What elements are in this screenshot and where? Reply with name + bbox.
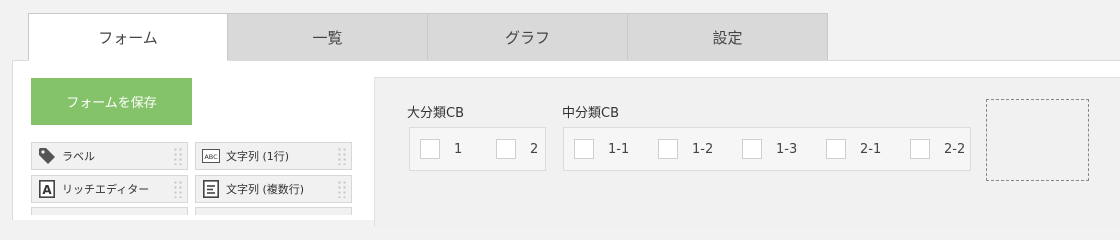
checkbox[interactable]: [826, 139, 846, 159]
palette-item-label-text: ラベル: [62, 150, 95, 163]
checkbox-option-label: 1-3: [776, 141, 798, 157]
drop-target-placeholder[interactable]: [986, 99, 1089, 181]
palette-item-rich-editor[interactable]: A リッチエディター: [31, 175, 188, 203]
palette-item-label-text: 文字列 (1行): [226, 150, 290, 163]
checkbox-option-label: 1: [454, 141, 463, 157]
letter-a-icon: A: [38, 180, 56, 198]
svg-text:A: A: [42, 183, 52, 197]
checkbox[interactable]: [910, 139, 930, 159]
abc-text-icon: ABC: [202, 147, 220, 165]
multiline-text-icon: [202, 180, 220, 198]
palette-item-multi-line-text[interactable]: 文字列 (複数行): [195, 175, 352, 203]
tab-graph[interactable]: グラフ: [428, 13, 628, 61]
checkbox-option[interactable]: 1: [420, 139, 484, 159]
palette-item-label-text: 文字列 (複数行): [226, 183, 305, 196]
svg-text:ABC: ABC: [204, 153, 218, 161]
checkbox-option-label: 2-2: [944, 141, 966, 157]
checkbox-option[interactable]: 1-2: [658, 139, 722, 159]
save-form-button[interactable]: フォームを保存: [31, 78, 192, 125]
checkbox[interactable]: [742, 139, 762, 159]
checkbox-option-label: 2: [530, 141, 539, 157]
checkbox-option[interactable]: 2-1: [826, 139, 890, 159]
tab-list[interactable]: 一覧: [228, 13, 428, 61]
drag-handle-icon[interactable]: [173, 180, 183, 198]
palette-item-label-text: リッチエディター: [62, 183, 150, 196]
palette-item-label[interactable]: ラベル: [31, 142, 188, 170]
checkbox-option[interactable]: 1-3: [742, 139, 806, 159]
checkbox-option-label: 1-1: [608, 141, 630, 157]
checkbox[interactable]: [574, 139, 594, 159]
form-canvas: 大分類CB 1 2 中分類CB 1-1 1-2 1-3 2-1 2-2: [374, 77, 1120, 227]
drag-handle-icon[interactable]: [173, 147, 183, 165]
tab-bar: フォーム 一覧 グラフ 設定: [28, 13, 828, 61]
palette-item-partial[interactable]: [31, 207, 188, 215]
drag-handle-icon[interactable]: [337, 147, 347, 165]
tag-icon: [38, 147, 56, 165]
checkbox-group-major: 1 2: [409, 127, 546, 171]
checkbox-group-label: 大分類CB: [407, 106, 464, 121]
checkbox-option-label: 1-2: [692, 141, 714, 157]
checkbox-option[interactable]: 2: [496, 139, 560, 159]
checkbox-option-label: 2-1: [860, 141, 882, 157]
checkbox[interactable]: [658, 139, 678, 159]
checkbox-option[interactable]: 1-1: [574, 139, 638, 159]
checkbox-group-label: 中分類CB: [562, 106, 619, 121]
checkbox-option[interactable]: 2-2: [910, 139, 974, 159]
checkbox[interactable]: [496, 139, 516, 159]
palette-item-partial[interactable]: [195, 207, 352, 215]
drag-handle-icon[interactable]: [337, 180, 347, 198]
checkbox-group-middle: 1-1 1-2 1-3 2-1 2-2: [563, 127, 971, 171]
palette-item-single-line-text[interactable]: ABC 文字列 (1行): [195, 142, 352, 170]
tab-form[interactable]: フォーム: [28, 13, 228, 61]
checkbox[interactable]: [420, 139, 440, 159]
form-editor-panel: フォームを保存 ラベル ABC 文字列 (1行) A リッチエディター 文字列 …: [12, 60, 1120, 227]
tab-settings[interactable]: 設定: [628, 13, 828, 61]
